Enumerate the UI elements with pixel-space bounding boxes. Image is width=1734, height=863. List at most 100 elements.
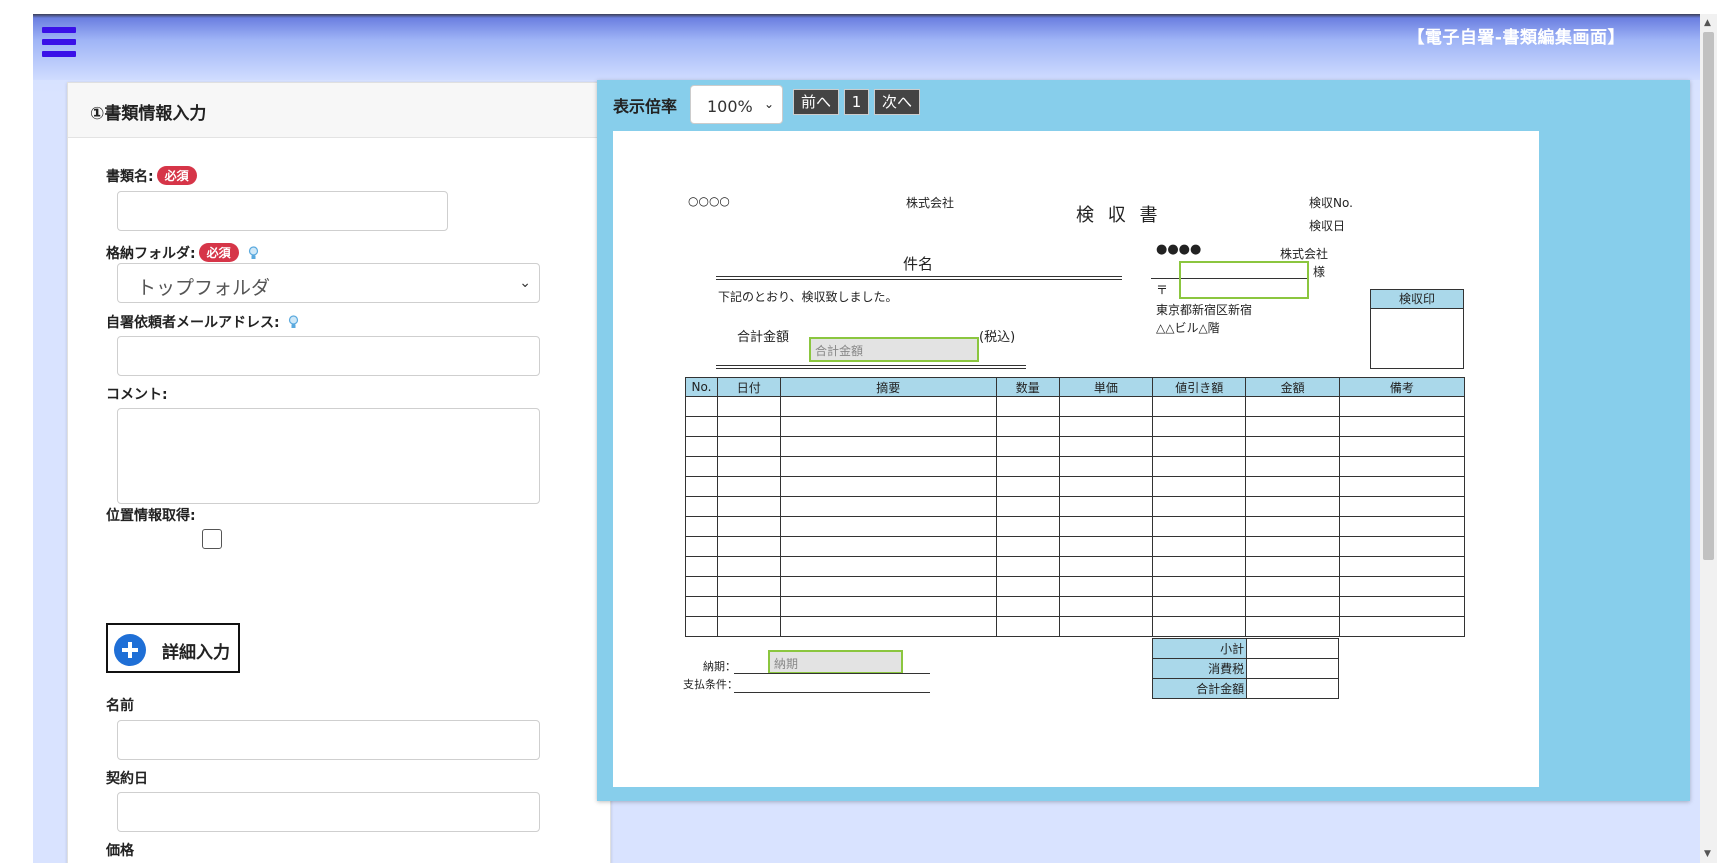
table-cell bbox=[1245, 616, 1340, 637]
table-cell bbox=[1338, 576, 1466, 597]
table-cell bbox=[1245, 516, 1340, 537]
stamp-box: 検収印 bbox=[1370, 289, 1464, 369]
page-number: 1 bbox=[844, 89, 869, 115]
table-cell bbox=[685, 536, 718, 557]
delivery-underline bbox=[734, 673, 930, 674]
table-cell bbox=[1058, 536, 1154, 557]
comment-textarea[interactable] bbox=[117, 408, 540, 504]
zoom-value: 100% bbox=[707, 97, 753, 116]
table-row bbox=[685, 616, 1466, 637]
table-cell bbox=[779, 616, 998, 637]
table-cell bbox=[779, 416, 998, 437]
table-cell bbox=[1152, 596, 1247, 617]
table-row bbox=[685, 456, 1466, 477]
signature-field[interactable] bbox=[1179, 261, 1309, 299]
doc-honorific: 様 bbox=[1313, 265, 1326, 279]
column-header: 日付 bbox=[716, 377, 781, 397]
table-cell bbox=[1245, 536, 1340, 557]
table-cell bbox=[1058, 456, 1154, 477]
table-cell bbox=[1338, 596, 1466, 617]
scroll-up-icon[interactable]: ▲ bbox=[1704, 18, 1711, 28]
table-cell bbox=[1338, 536, 1466, 557]
doc-name-input[interactable] bbox=[117, 191, 448, 231]
table-cell bbox=[1338, 476, 1466, 497]
table-cell bbox=[1058, 476, 1154, 497]
scroll-down-icon[interactable]: ▼ bbox=[1704, 849, 1711, 859]
table-cell bbox=[996, 436, 1060, 457]
table-row bbox=[685, 416, 1466, 437]
contract-date-label: 契約日 bbox=[106, 771, 148, 787]
table-cell bbox=[779, 476, 998, 497]
table-cell bbox=[1058, 496, 1154, 517]
scrollbar-thumb[interactable] bbox=[1703, 32, 1714, 560]
location-checkbox[interactable] bbox=[202, 529, 222, 549]
zoom-select[interactable]: 100% ⌄ bbox=[690, 85, 783, 124]
table-cell bbox=[685, 516, 718, 537]
next-page-button[interactable]: 次へ bbox=[874, 89, 920, 115]
doc-subject: 件名 bbox=[903, 255, 934, 273]
table-row bbox=[685, 436, 1466, 457]
table-cell bbox=[1338, 556, 1466, 577]
table-cell bbox=[1152, 416, 1247, 437]
doc-postal-mark: 〒 bbox=[1156, 283, 1169, 297]
menu-icon[interactable] bbox=[42, 27, 76, 63]
required-badge: 必須 bbox=[198, 243, 239, 262]
table-cell bbox=[996, 536, 1060, 557]
document-info-panel: ①書類情報入力 書類名: 必須 格納フォルダ: 必須 トップフォルダ ⌄ 自署依頼者… bbox=[67, 82, 611, 863]
lightbulb-icon[interactable] bbox=[288, 315, 299, 330]
table-cell bbox=[1152, 456, 1247, 477]
folder-label-text: 格納フォルダ: bbox=[106, 246, 196, 262]
document-page: ○○○○ 株式会社 検 収 書 検収No. 検収日 件名 ●●●● 株式会社 様… bbox=[613, 131, 1539, 787]
table-cell bbox=[716, 436, 781, 457]
contract-date-input[interactable] bbox=[117, 792, 540, 832]
table-cell bbox=[1152, 396, 1247, 417]
table-cell bbox=[685, 416, 718, 437]
table-row: 小計 bbox=[1151, 638, 1339, 659]
table-cell bbox=[716, 596, 781, 617]
table-cell bbox=[1338, 416, 1466, 437]
table-body bbox=[685, 396, 1466, 637]
table-cell bbox=[1058, 616, 1154, 637]
table-cell bbox=[996, 416, 1060, 437]
document-viewer: 表示倍率 100% ⌄ 前へ 1 次へ ○○○○ 株式会社 検 収 書 検収No… bbox=[597, 80, 1690, 801]
table-row bbox=[685, 596, 1466, 617]
table-cell bbox=[1245, 576, 1340, 597]
doc-company-left-suffix: 株式会社 bbox=[906, 196, 955, 210]
prev-page-button[interactable]: 前へ bbox=[793, 89, 839, 115]
delivery-field[interactable]: 納期 bbox=[768, 650, 903, 674]
requester-email-label: 自署依頼者メールアドレス: bbox=[106, 312, 299, 332]
table-cell bbox=[716, 416, 781, 437]
table-cell bbox=[1152, 516, 1247, 537]
detail-input-button[interactable]: 詳細入力 bbox=[106, 623, 240, 673]
table-cell bbox=[1338, 616, 1466, 637]
chevron-down-icon: ⌄ bbox=[763, 97, 774, 111]
table-row bbox=[685, 556, 1466, 577]
panel-header: ①書類情報入力 bbox=[68, 83, 610, 138]
table-cell bbox=[1152, 476, 1247, 497]
lightbulb-icon[interactable] bbox=[248, 246, 259, 261]
requester-email-input[interactable] bbox=[117, 336, 540, 376]
doc-address2: △△ビル△階 bbox=[1156, 321, 1220, 335]
table-cell bbox=[779, 556, 998, 577]
page-scrollbar[interactable]: ▲ ▼ bbox=[1700, 14, 1717, 863]
table-cell bbox=[996, 476, 1060, 497]
table-cell bbox=[1058, 416, 1154, 437]
table-cell bbox=[779, 456, 998, 477]
table-cell bbox=[1338, 496, 1466, 517]
table-cell bbox=[996, 516, 1060, 537]
name-input[interactable] bbox=[117, 720, 540, 760]
doc-delivery-label: 納期： bbox=[703, 660, 736, 673]
total-underline bbox=[716, 365, 1026, 369]
table-cell bbox=[716, 536, 781, 557]
subject-underline bbox=[716, 276, 1122, 280]
column-header: 金額 bbox=[1245, 377, 1340, 397]
doc-recipient-company: 株式会社 bbox=[1280, 247, 1329, 261]
table-cell bbox=[779, 396, 998, 417]
top-bar: 【電子自署-書類編集画面】 bbox=[33, 14, 1717, 80]
table-row bbox=[685, 396, 1466, 417]
total-amount-field[interactable]: 合計金額 bbox=[809, 337, 979, 362]
folder-select[interactable]: トップフォルダ ⌄ bbox=[117, 263, 540, 303]
table-cell bbox=[996, 616, 1060, 637]
table-row bbox=[685, 536, 1466, 557]
table-cell bbox=[1245, 556, 1340, 577]
